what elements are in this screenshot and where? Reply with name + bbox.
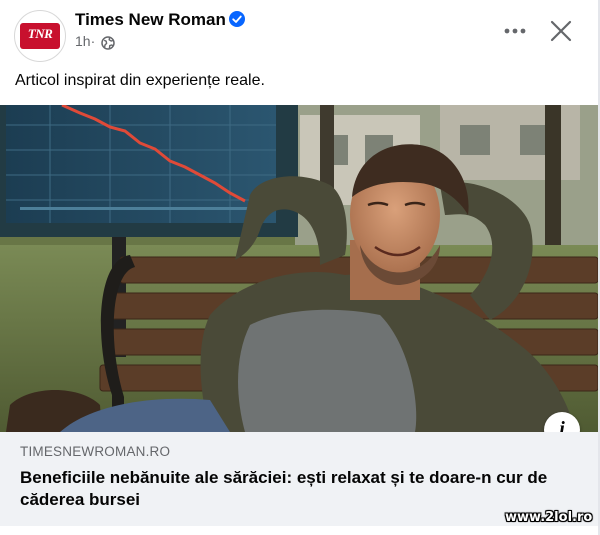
post-time-row: 1h·: [75, 33, 95, 49]
link-domain: TIMESNEWROMAN.RO: [20, 444, 171, 459]
more-options-icon: [504, 28, 526, 34]
tnr-logo-text: TNR: [27, 26, 53, 41]
post-header: TNR Times New Roman 1h·: [0, 0, 600, 62]
facebook-post: TNR Times New Roman 1h· Articol inspirat…: [0, 0, 600, 535]
link-preview-image[interactable]: [0, 105, 598, 432]
link-headline[interactable]: Beneficiile nebănuite ale sărăciei: ești…: [20, 467, 565, 511]
watermark: www.2lol.ro: [505, 510, 593, 525]
meta-separator: ·: [90, 33, 96, 49]
verified-badge-icon: [229, 11, 245, 27]
more-options-button[interactable]: [500, 16, 530, 46]
page-avatar[interactable]: TNR: [14, 10, 66, 62]
page-name[interactable]: Times New Roman: [75, 10, 226, 30]
man-relaxing-on-bench-image: [0, 105, 598, 432]
post-time[interactable]: 1h: [75, 33, 91, 49]
post-caption: Articol inspirat din experiențe reale.: [15, 72, 265, 89]
close-icon: [550, 20, 572, 42]
tnr-logo: TNR: [20, 23, 60, 49]
close-button[interactable]: [546, 16, 576, 46]
globe-icon: [101, 36, 115, 50]
